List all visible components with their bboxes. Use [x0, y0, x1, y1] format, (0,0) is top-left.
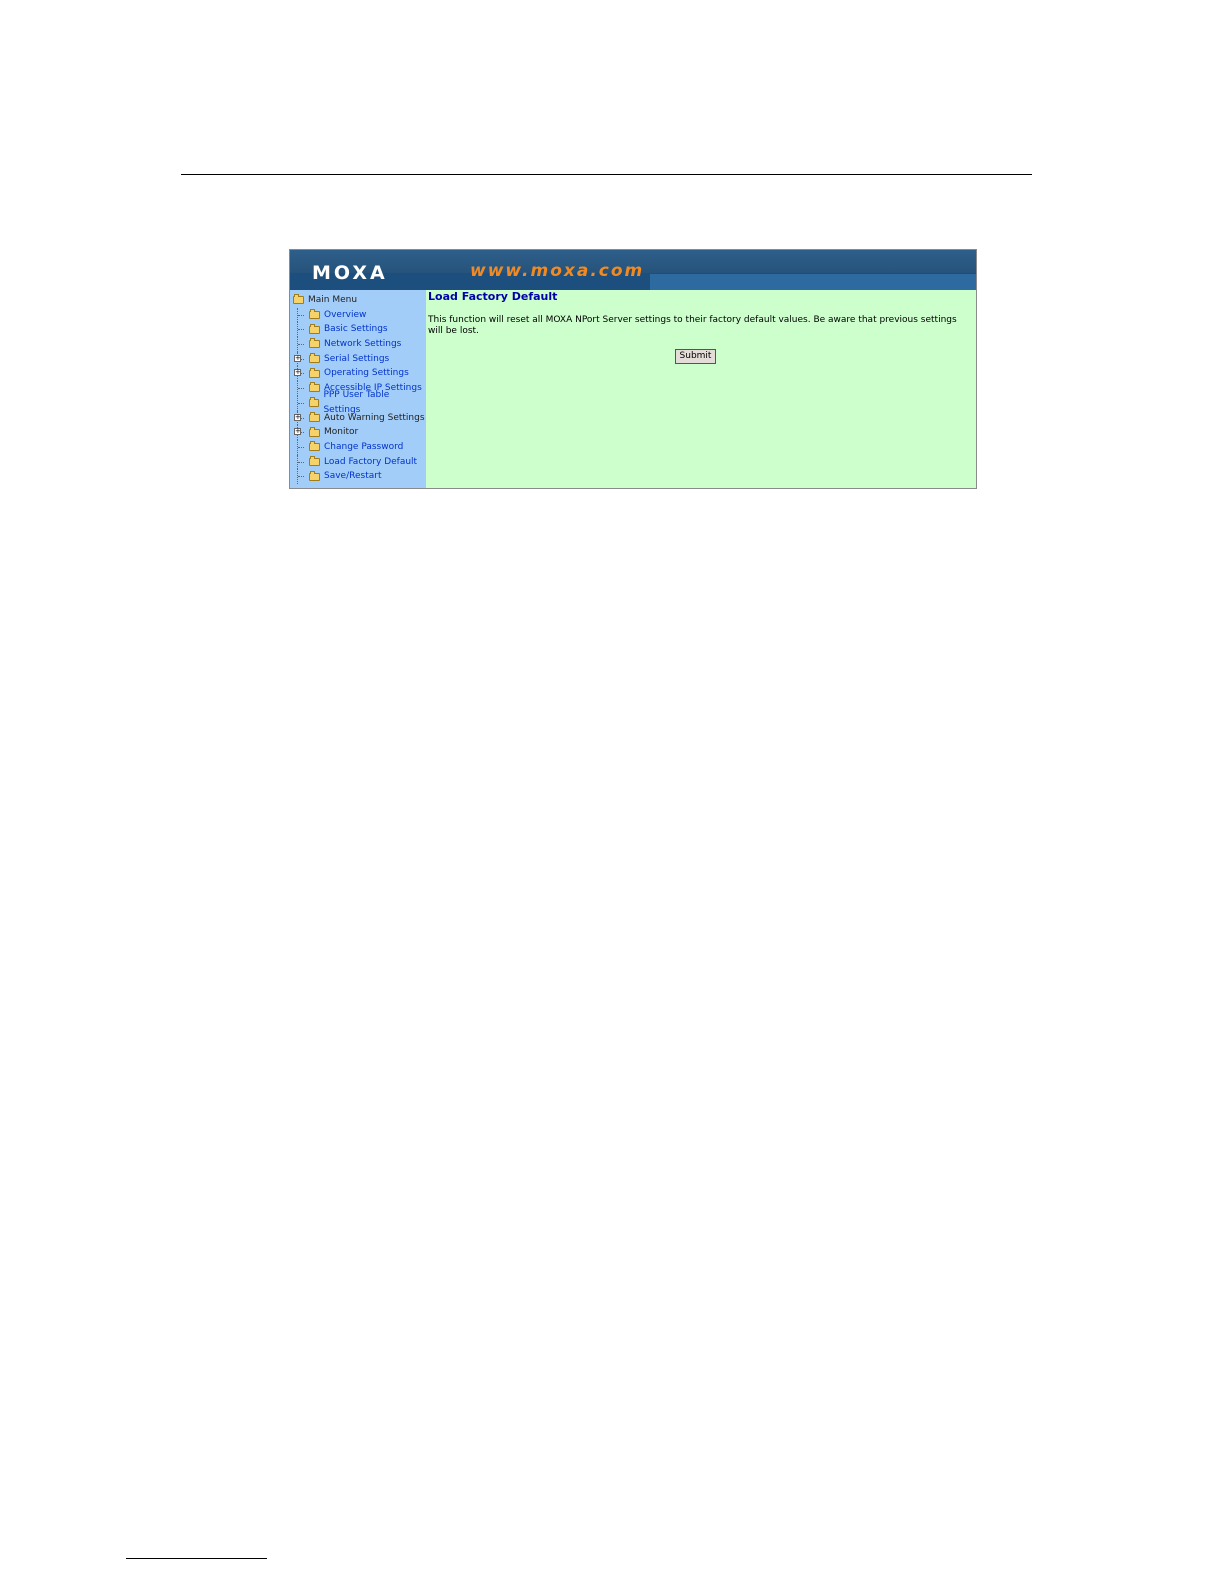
folder-icon — [309, 441, 320, 452]
folder-icon — [309, 426, 320, 437]
sidebar-item-label: Save/Restart — [324, 471, 382, 482]
sidebar-item-label: Auto Warning Settings — [324, 412, 425, 423]
folder-icon — [309, 323, 320, 334]
expand-plus-icon[interactable]: + — [294, 354, 301, 362]
folder-icon — [309, 367, 320, 378]
folder-open-icon — [293, 294, 304, 305]
tree-connector — [297, 395, 309, 411]
web-console-screenshot: MOXA www.moxa.com Main Menu Overview Basi… — [289, 249, 977, 489]
sidebar-item[interactable]: Save/Restart — [293, 469, 426, 484]
tree-items: Overview Basic Settings Network Settings + S… — [293, 307, 426, 484]
expand-plus-icon[interactable]: + — [294, 428, 301, 436]
sidebar-item[interactable]: Overview — [293, 307, 426, 323]
tree-connector — [297, 307, 309, 323]
sidebar-item-label: Load Factory Default — [324, 456, 418, 467]
sidebar: Main Menu Overview Basic Settings Network … — [290, 290, 426, 488]
sidebar-item[interactable]: Change Password — [293, 439, 426, 455]
page-description: This function will reset all MOXA NPort … — [428, 315, 957, 336]
banner-lightstrip — [650, 274, 976, 290]
sidebar-item-label: Serial Settings — [324, 353, 390, 364]
folder-icon — [309, 455, 320, 466]
tree-root-label: Main Menu — [308, 295, 358, 305]
sidebar-item[interactable]: + Monitor — [293, 425, 426, 440]
menu-tree: Main Menu Overview Basic Settings Network … — [293, 293, 426, 484]
folder-icon — [309, 353, 320, 364]
sidebar-item-label: Change Password — [324, 441, 404, 452]
tree-connector: + — [294, 425, 309, 440]
sidebar-item[interactable]: Network Settings — [293, 337, 426, 352]
tree-root[interactable]: Main Menu — [293, 293, 426, 308]
sidebar-item-label: Basic Settings — [324, 324, 388, 335]
sidebar-item[interactable]: + Auto Warning Settings — [293, 410, 426, 426]
folder-icon — [309, 382, 320, 393]
moxa-logo: MOXA — [312, 262, 388, 284]
sidebar-item[interactable]: + Operating Settings — [293, 366, 426, 382]
expand-plus-icon[interactable]: + — [294, 413, 301, 421]
sidebar-item-label: Monitor — [324, 427, 359, 438]
folder-icon — [309, 309, 320, 320]
sidebar-item-label: Overview — [324, 309, 367, 320]
sidebar-item[interactable]: PPP User Table Settings — [293, 390, 426, 415]
tree-connector — [297, 454, 309, 470]
tree-connector — [297, 322, 309, 338]
sidebar-item-label: Operating Settings — [324, 368, 409, 379]
tree-connector: + — [294, 351, 309, 367]
submit-button[interactable]: Submit — [675, 349, 716, 364]
tree-connector — [297, 469, 309, 484]
folder-icon — [309, 411, 320, 422]
banner-url[interactable]: www.moxa.com — [470, 261, 644, 281]
sidebar-item[interactable]: Basic Settings — [293, 322, 426, 338]
tree-connector — [297, 439, 309, 455]
folder-icon — [309, 338, 320, 349]
main-content: Load Factory Default This function will … — [426, 290, 976, 488]
folder-icon — [309, 470, 320, 481]
footer-rule — [126, 1558, 267, 1559]
expand-plus-icon[interactable]: + — [294, 369, 301, 377]
folder-icon — [308, 397, 320, 408]
banner: MOXA www.moxa.com — [290, 250, 976, 290]
sidebar-item-label: Network Settings — [324, 339, 402, 350]
page-title: Load Factory Default — [428, 290, 558, 303]
tree-connector: + — [294, 410, 309, 426]
tree-connector — [297, 381, 309, 396]
tree-connector — [297, 337, 309, 352]
sidebar-item[interactable]: Load Factory Default — [293, 454, 426, 470]
tree-connector: + — [294, 366, 309, 382]
header-rule — [181, 174, 1032, 175]
sidebar-item[interactable]: + Serial Settings — [293, 351, 426, 367]
